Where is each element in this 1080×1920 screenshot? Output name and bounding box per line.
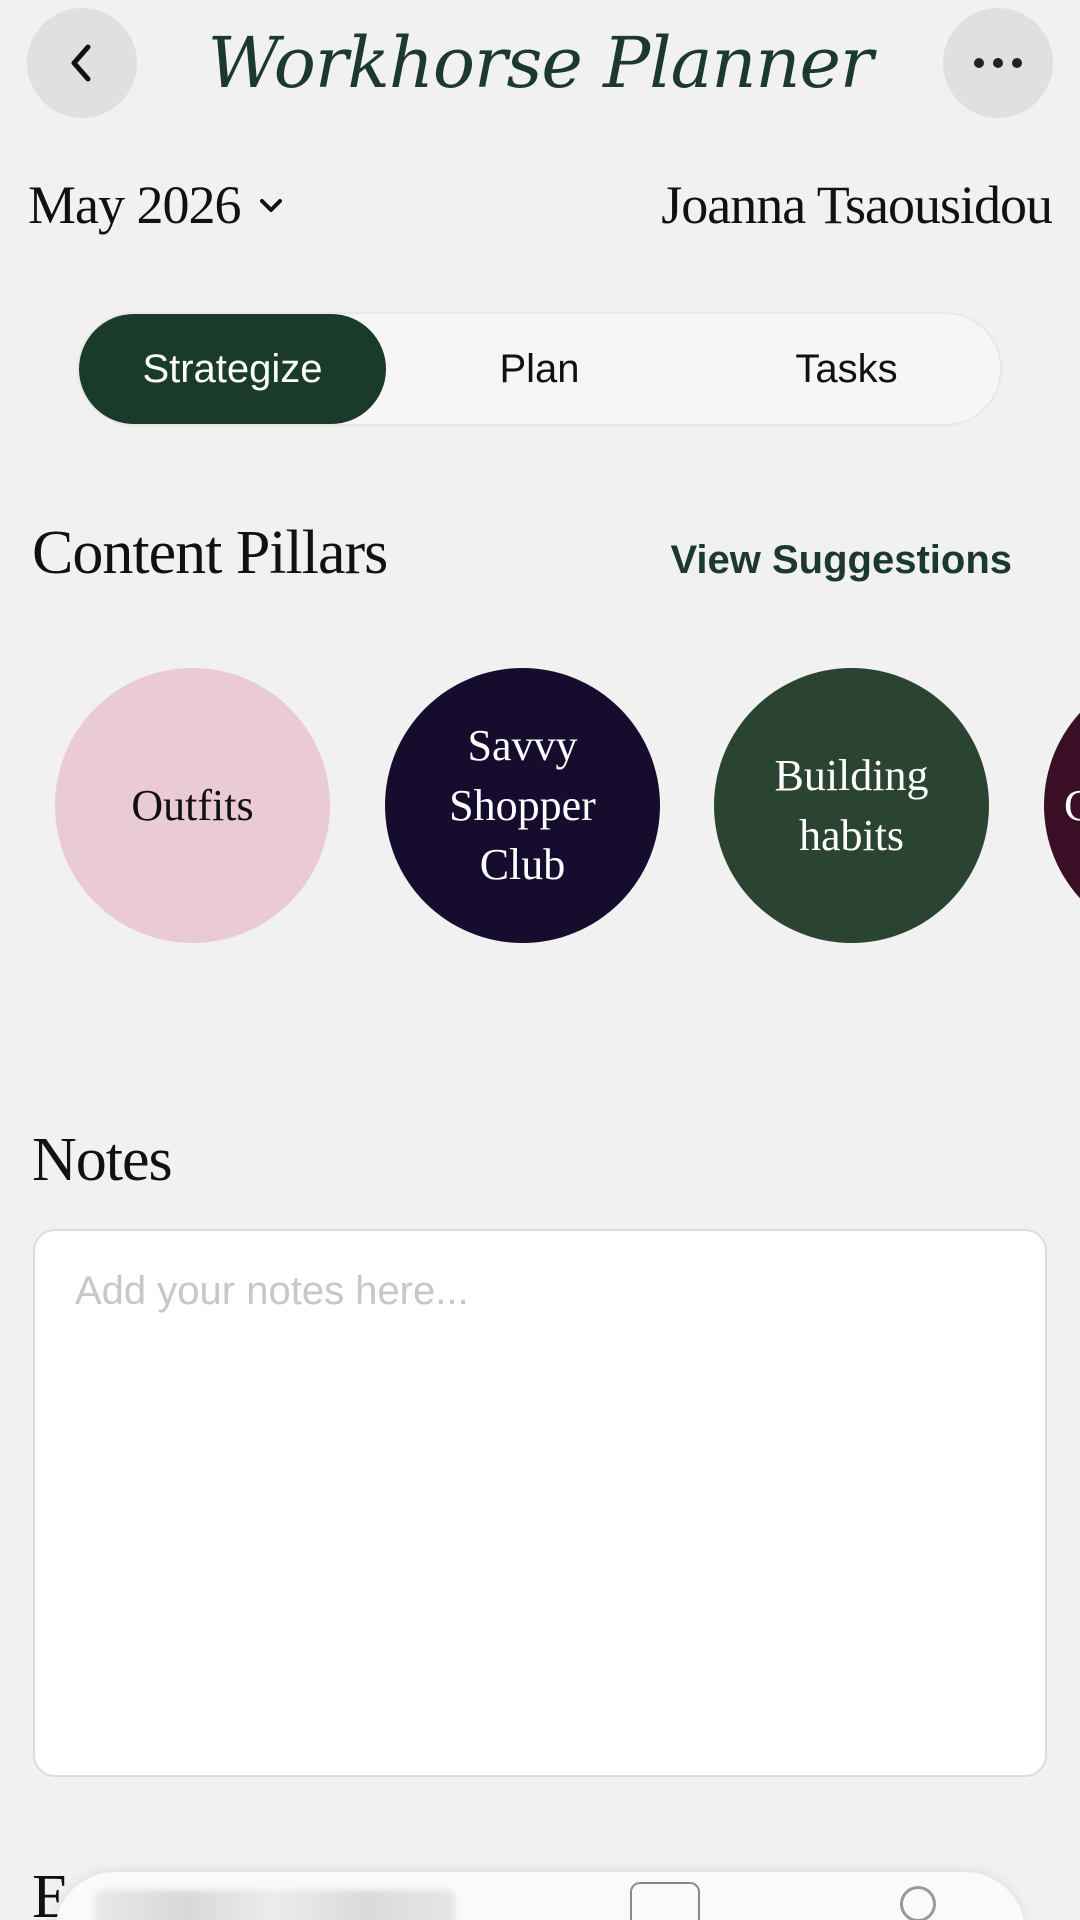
user-name: Joanna Tsaousidou xyxy=(661,175,1053,235)
pillar-outfits[interactable]: Outfits xyxy=(55,668,330,943)
pillar-building-habits[interactable]: Building habits xyxy=(714,668,989,943)
pillar-partial[interactable]: C xyxy=(1044,668,1080,943)
month-label: May 2026 xyxy=(28,175,241,235)
month-picker[interactable]: May 2026 xyxy=(28,170,284,240)
chevron-down-icon xyxy=(260,199,283,212)
view-suggestions-link[interactable]: View Suggestions xyxy=(670,538,1012,583)
tab-tasks[interactable]: Tasks xyxy=(693,314,1000,424)
content-pillars-carousel[interactable]: Outfits Savvy Shopper Club Building habi… xyxy=(55,668,1080,944)
pillar-label: C xyxy=(1064,780,1080,830)
pillar-label: Savvy Shopper Club xyxy=(449,721,596,890)
tab-plan[interactable]: Plan xyxy=(386,314,693,424)
notes-heading: Notes xyxy=(32,1126,173,1194)
bottom-toolbar xyxy=(55,1872,1025,1920)
profile-icon[interactable] xyxy=(900,1886,936,1920)
notes-input[interactable] xyxy=(75,1269,1005,1737)
blurred-thumbnail xyxy=(95,1890,455,1920)
app-title: Workhorse Planner xyxy=(207,21,874,104)
more-options-button[interactable] xyxy=(943,8,1053,118)
pillar-label: Outfits xyxy=(131,780,254,830)
view-tabs: Strategize Plan Tasks xyxy=(77,312,1002,426)
book-icon[interactable] xyxy=(630,1882,700,1920)
tab-strategize[interactable]: Strategize xyxy=(79,314,386,424)
ellipsis-icon xyxy=(974,58,1022,68)
content-pillars-heading: Content Pillars xyxy=(32,519,388,587)
notes-container xyxy=(33,1229,1047,1777)
pillar-label: Building habits xyxy=(774,751,929,860)
pillar-savvy-shopper-club[interactable]: Savvy Shopper Club xyxy=(385,668,660,943)
